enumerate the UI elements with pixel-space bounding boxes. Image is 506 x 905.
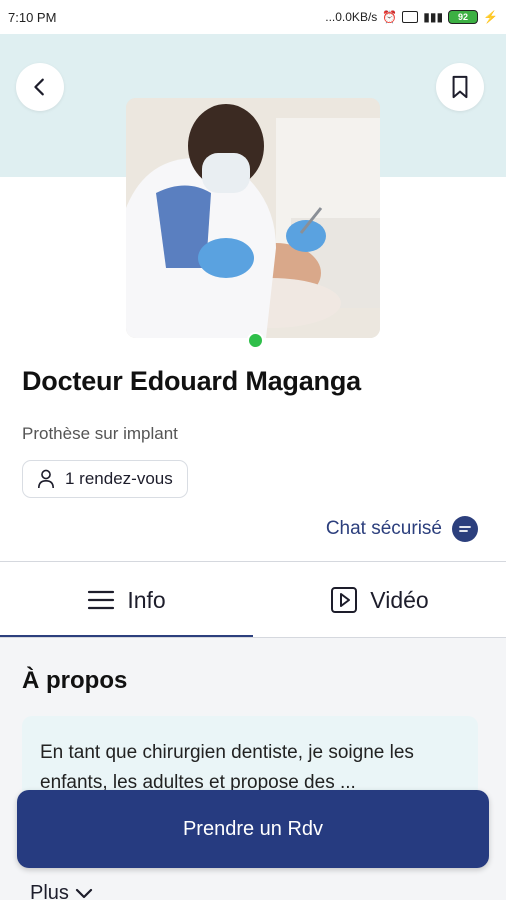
chat-bubble-icon (452, 516, 478, 542)
about-section-title: À propos (22, 667, 128, 694)
signal-icon: ▮▮▮ (423, 10, 444, 24)
status-icons: ...0.0KB/s ⏰ ▮▮▮ 92 ⚡ (325, 10, 498, 24)
chevron-left-icon (34, 78, 44, 96)
appointments-count-label: 1 rendez-vous (65, 469, 173, 488)
notification-icon (402, 11, 419, 23)
show-more-toggle[interactable]: Plus (30, 882, 93, 905)
bookmark-icon (452, 75, 468, 99)
bookmark-button[interactable] (436, 63, 484, 111)
doctor-specialty: Prothèse sur implant (22, 424, 178, 443)
charging-icon: ⚡ (483, 10, 498, 24)
chevron-down-icon (75, 888, 93, 898)
tab-video[interactable]: Vidéo (253, 562, 506, 638)
show-more-label: Plus (30, 882, 69, 904)
book-appointment-label: Prendre un Rdv (182, 817, 324, 840)
person-icon (37, 469, 55, 489)
battery-icon: 92 (448, 10, 479, 24)
book-appointment-button[interactable]: Prendre un Rdv (17, 790, 489, 868)
online-status-dot (247, 332, 264, 349)
tab-video-label: Vidéo (370, 586, 429, 613)
status-time: 7:10 PM (8, 9, 57, 25)
tab-bar: Info Vidéo (0, 562, 506, 638)
network-speed: ...0.0KB/s (325, 10, 378, 24)
status-bar: 7:10 PM ...0.0KB/s ⏰ ▮▮▮ 92 ⚡ (0, 0, 506, 34)
tab-info[interactable]: Info (0, 562, 253, 638)
alarm-icon: ⏰ (382, 10, 398, 24)
about-text: En tant que chirurgien dentiste, je soig… (40, 742, 414, 793)
secure-chat-link[interactable]: Chat sécurisé (326, 516, 478, 542)
tab-info-label: Info (127, 586, 166, 613)
back-button[interactable] (16, 63, 64, 111)
doctor-photo (126, 98, 380, 338)
menu-icon (88, 590, 115, 610)
secure-chat-label: Chat sécurisé (325, 518, 442, 539)
play-icon (331, 587, 358, 613)
doctor-name: Docteur Edouard Maganga (22, 366, 361, 396)
appointments-count-chip: 1 rendez-vous (22, 460, 188, 498)
